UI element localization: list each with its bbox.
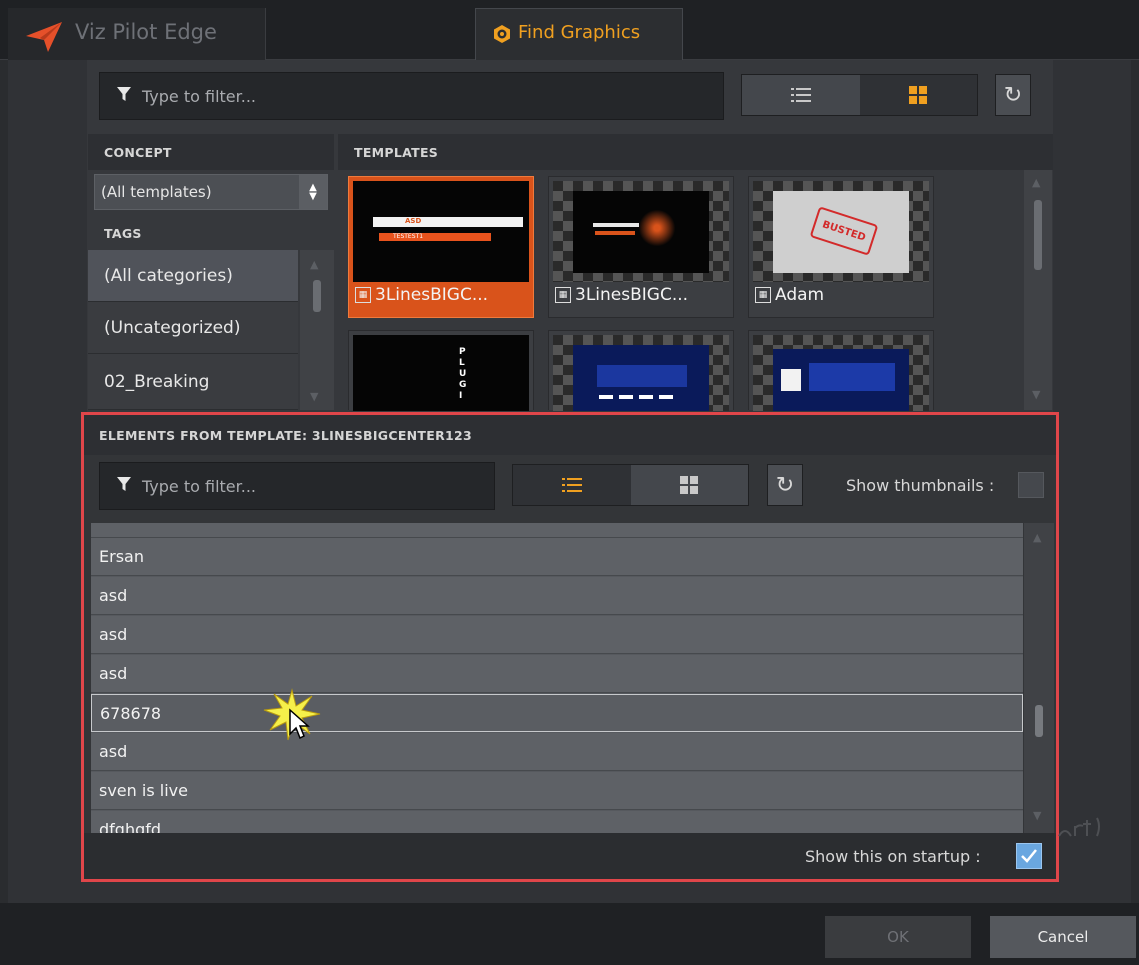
show-on-startup-label: Show this on startup : <box>805 847 981 866</box>
templates-header <box>338 134 1053 170</box>
elements-filter-placeholder: Type to filter... <box>142 476 256 496</box>
elements-heading: ELEMENTS FROM TEMPLATE: 3LINESBIGCENTER1… <box>99 428 473 443</box>
checkmark-icon <box>1021 849 1037 863</box>
filter-icon <box>116 476 132 496</box>
concept-heading: CONCEPT <box>104 145 172 160</box>
template-refresh-button[interactable]: ↻ <box>995 74 1031 116</box>
grid-icon <box>909 86 928 104</box>
cancel-button[interactable]: Cancel <box>990 916 1136 958</box>
scroll-thumb[interactable] <box>1034 200 1042 270</box>
elements-filter-input[interactable]: Type to filter... <box>99 462 495 510</box>
show-thumbnails-checkbox[interactable] <box>1018 472 1044 498</box>
app-title: Viz Pilot Edge <box>75 20 217 44</box>
scroll-down-icon: ▼ <box>1033 809 1042 822</box>
refresh-icon: ↻ <box>1003 82 1023 108</box>
scroll-up-icon: ▲ <box>310 258 319 271</box>
watermark-decoration <box>1055 812 1105 848</box>
templates-scrollbar[interactable]: ▲ ▼ <box>1024 170 1052 410</box>
refresh-icon: ↻ <box>775 472 795 498</box>
grid-view-button[interactable] <box>859 75 977 115</box>
template-icon: ▦ <box>355 287 371 303</box>
tag-item[interactable]: (All categories) <box>88 250 298 302</box>
list-view-button[interactable] <box>513 465 631 505</box>
list-item[interactable]: Ersan <box>91 538 1023 576</box>
template-filter-input[interactable]: Type to filter... <box>99 72 724 120</box>
tag-item[interactable]: 02_Breaking <box>88 354 298 410</box>
thumb-text: ASD <box>405 217 422 225</box>
thumb-text: TESTEST1 <box>393 233 424 240</box>
select-arrows-icon: ▲ ▼ <box>299 175 327 209</box>
template-filter-placeholder: Type to filter... <box>142 86 256 106</box>
list-item[interactable]: asd <box>91 733 1023 771</box>
viz-logo-icon <box>26 22 64 56</box>
template-card[interactable]: PLUGI <box>348 330 534 411</box>
filter-icon <box>116 86 132 106</box>
template-card[interactable]: BUSTED ▦ Adam <box>748 176 934 318</box>
template-label: 3LinesBIGC... <box>375 285 489 305</box>
list-item[interactable]: asd <box>91 616 1023 654</box>
elements-scrollbar[interactable]: ▲ ▼ <box>1024 523 1054 833</box>
scroll-down-icon: ▼ <box>310 390 319 403</box>
show-thumbnails-label: Show thumbnails : <box>846 476 995 495</box>
template-thumbnail: PLUGI <box>353 335 529 411</box>
scroll-down-icon: ▼ <box>1032 388 1041 401</box>
template-thumbnail: BUSTED <box>753 181 929 282</box>
grid-icon <box>680 476 699 494</box>
list-icon <box>561 478 582 492</box>
concept-selected-value: (All templates) <box>101 183 212 201</box>
elements-list: Ersan asd asd asd 678678 asd sven is liv… <box>91 523 1023 833</box>
template-card[interactable]: ▦ 3LinesBIGC... <box>548 176 734 318</box>
template-view-toggle <box>741 74 978 116</box>
list-item[interactable]: asd <box>91 577 1023 615</box>
list-view-button[interactable] <box>742 75 860 115</box>
scroll-thumb[interactable] <box>1035 705 1043 737</box>
elements-refresh-button[interactable]: ↻ <box>767 464 803 506</box>
show-on-startup-checkbox[interactable] <box>1016 843 1042 869</box>
template-card[interactable] <box>748 330 934 411</box>
thumb-text: PLUGI <box>459 347 467 401</box>
scroll-thumb[interactable] <box>313 280 321 312</box>
template-label: Adam <box>775 285 825 305</box>
tab-find-graphics-label: Find Graphics <box>518 22 641 43</box>
tags-heading: TAGS <box>104 226 142 241</box>
scroll-up-icon: ▲ <box>1033 531 1042 544</box>
scroll-up-icon: ▲ <box>1032 176 1041 189</box>
click-highlight-icon <box>262 688 322 748</box>
template-thumbnail <box>553 181 729 282</box>
list-icon <box>790 88 811 102</box>
list-item[interactable]: dfghgfd <box>91 811 1023 833</box>
template-icon: ▦ <box>755 287 771 303</box>
tags-scrollbar[interactable]: ▲ ▼ <box>300 250 334 410</box>
elements-view-toggle <box>512 464 749 506</box>
template-thumbnail <box>753 335 929 411</box>
template-label: 3LinesBIGC... <box>575 285 689 305</box>
template-thumbnail <box>553 335 729 411</box>
list-item-selected[interactable]: 678678 <box>91 694 1023 732</box>
template-card[interactable]: ASD TESTEST1 ▦ 3LinesBIGC... <box>348 176 534 318</box>
grid-view-button[interactable] <box>631 465 749 505</box>
ok-button[interactable]: OK <box>825 916 971 958</box>
concept-select[interactable]: (All templates) ▲ ▼ <box>94 174 328 210</box>
thumb-text: BUSTED <box>820 218 868 244</box>
template-thumbnail: ASD TESTEST1 <box>353 181 529 282</box>
list-item[interactable]: sven is live <box>91 772 1023 810</box>
find-graphics-icon <box>492 24 512 48</box>
tag-item[interactable]: (Uncategorized) <box>88 302 298 354</box>
template-icon: ▦ <box>555 287 571 303</box>
template-card[interactable] <box>548 330 734 411</box>
templates-heading: TEMPLATES <box>354 145 439 160</box>
list-item[interactable]: asd <box>91 655 1023 693</box>
